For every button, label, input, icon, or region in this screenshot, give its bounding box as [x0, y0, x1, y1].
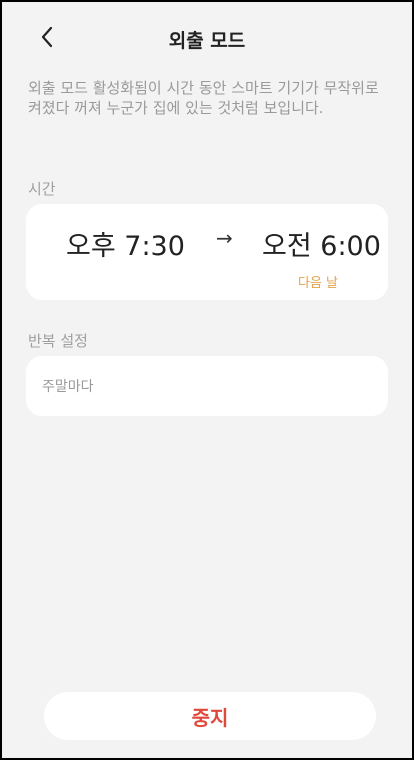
repeat-value: 주말마다: [42, 379, 94, 395]
repeat-section-label: 반복 설정: [28, 332, 88, 350]
time-section-label: 시간: [28, 180, 56, 198]
page-title: 외출 모드: [168, 30, 246, 52]
arrow-right-icon: →: [216, 226, 233, 250]
start-time[interactable]: 오후 7:30: [66, 224, 185, 263]
repeat-setting-card[interactable]: 주말마다: [26, 356, 388, 416]
stop-button[interactable]: 중지: [44, 692, 376, 740]
next-day-label: 다음 날: [298, 276, 339, 291]
app-frame: 외출 모드 외출 모드 활성화됨이 시간 동안 스마트 기기가 무작위로 켜졌다…: [0, 0, 414, 760]
description-text: 외출 모드 활성화됨이 시간 동안 스마트 기기가 무작위로 켜졌다 꺼져 누군…: [28, 79, 379, 117]
end-time[interactable]: 오전 6:00: [262, 224, 381, 263]
time-card[interactable]: 오후 7:30 → 오전 6:00 다음 날: [26, 204, 388, 300]
header: 외출 모드: [2, 2, 412, 72]
